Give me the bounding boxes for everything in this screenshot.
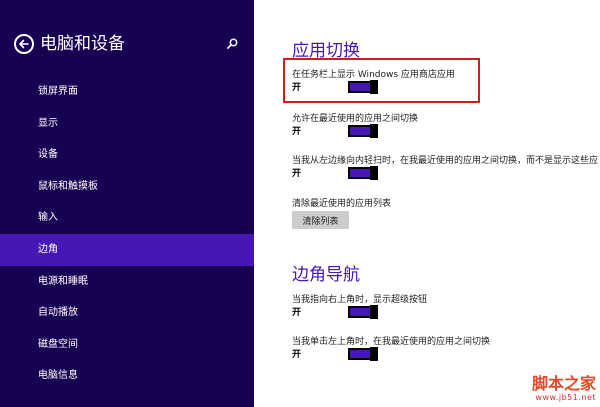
section-title-corner-navigation: 边角导航 xyxy=(292,265,360,285)
toggle-state: 开 xyxy=(292,350,302,360)
toggle-thumb[interactable] xyxy=(370,347,378,361)
sidebar-item-lock-screen[interactable]: 锁屏界面 xyxy=(0,76,254,108)
toggle-row-left-edge-swipe: 开 xyxy=(292,166,412,180)
back-button[interactable] xyxy=(14,34,34,54)
back-arrow-icon xyxy=(19,39,29,49)
toggle-row-upper-left-switch: 开 xyxy=(292,347,412,361)
sidebar-item-typing[interactable]: 输入 xyxy=(0,202,254,234)
sidebar: 电脑和设备 锁屏界面 显示 设备 鼠标和触摸板 输入 边角 电源和睡眠 自动播放… xyxy=(0,0,254,407)
toggle-thumb[interactable] xyxy=(370,166,378,180)
sidebar-item-pc-info[interactable]: 电脑信息 xyxy=(0,360,254,392)
toggle-upper-left-switch[interactable] xyxy=(348,347,378,361)
toggle-thumb[interactable] xyxy=(370,124,378,138)
toggle-upper-right-charms[interactable] xyxy=(348,305,378,319)
toggle-row-recent-app-switching: 开 xyxy=(292,124,412,138)
sidebar-item-display[interactable]: 显示 xyxy=(0,108,254,140)
settings-window: 电脑和设备 锁屏界面 显示 设备 鼠标和触摸板 输入 边角 电源和睡眠 自动播放… xyxy=(0,0,600,407)
toggle-row-upper-right-charms: 开 xyxy=(292,305,412,319)
search-icon xyxy=(227,38,238,49)
watermark: 脚本之家 www.jb51.net xyxy=(532,375,596,403)
clear-list-button[interactable]: 清除列表 xyxy=(292,211,349,229)
sidebar-nav: 锁屏界面 显示 设备 鼠标和触摸板 输入 边角 电源和睡眠 自动播放 磁盘空间 … xyxy=(0,76,254,392)
toggle-state: 开 xyxy=(292,308,302,318)
toggle-fill xyxy=(350,308,370,316)
toggle-state: 开 xyxy=(292,127,302,137)
sidebar-item-power-sleep[interactable]: 电源和睡眠 xyxy=(0,266,254,298)
toggle-fill xyxy=(350,350,370,358)
sidebar-header: 电脑和设备 xyxy=(14,34,250,58)
watermark-title: 脚本之家 xyxy=(531,374,596,393)
setting-label-recent-app-switching: 允许在最近使用的应用之间切换 xyxy=(292,114,419,124)
highlight-box xyxy=(283,58,480,103)
toggle-fill xyxy=(350,169,370,177)
sidebar-item-mouse-touchpad[interactable]: 鼠标和触摸板 xyxy=(0,171,254,203)
sidebar-item-autoplay[interactable]: 自动播放 xyxy=(0,297,254,329)
toggle-fill xyxy=(350,127,370,135)
sidebar-item-corners[interactable]: 边角 xyxy=(0,233,254,266)
watermark-url: www.jb51.net xyxy=(535,393,596,402)
sidebar-title: 电脑和设备 xyxy=(40,34,125,54)
toggle-thumb[interactable] xyxy=(370,305,378,319)
clear-recent-apps-label: 清除最近使用的应用列表 xyxy=(292,199,392,209)
sidebar-item-devices[interactable]: 设备 xyxy=(0,139,254,171)
toggle-left-edge-swipe[interactable] xyxy=(348,166,378,180)
search-button[interactable] xyxy=(224,36,240,52)
sidebar-item-disk-space[interactable]: 磁盘空间 xyxy=(0,329,254,361)
toggle-state: 开 xyxy=(292,169,302,179)
toggle-recent-app-switching[interactable] xyxy=(348,124,378,138)
setting-label-upper-right-charms: 当我指向右上角时，显示超级按钮 xyxy=(292,295,428,305)
setting-label-left-edge-swipe: 当我从左边缘向内轻扫时，在我最近使用的应用之间切换，而不是显示这些应 xyxy=(292,156,599,166)
setting-label-upper-left-switch: 当我单击左上角时，在我最近使用的应用之间切换 xyxy=(292,337,491,347)
